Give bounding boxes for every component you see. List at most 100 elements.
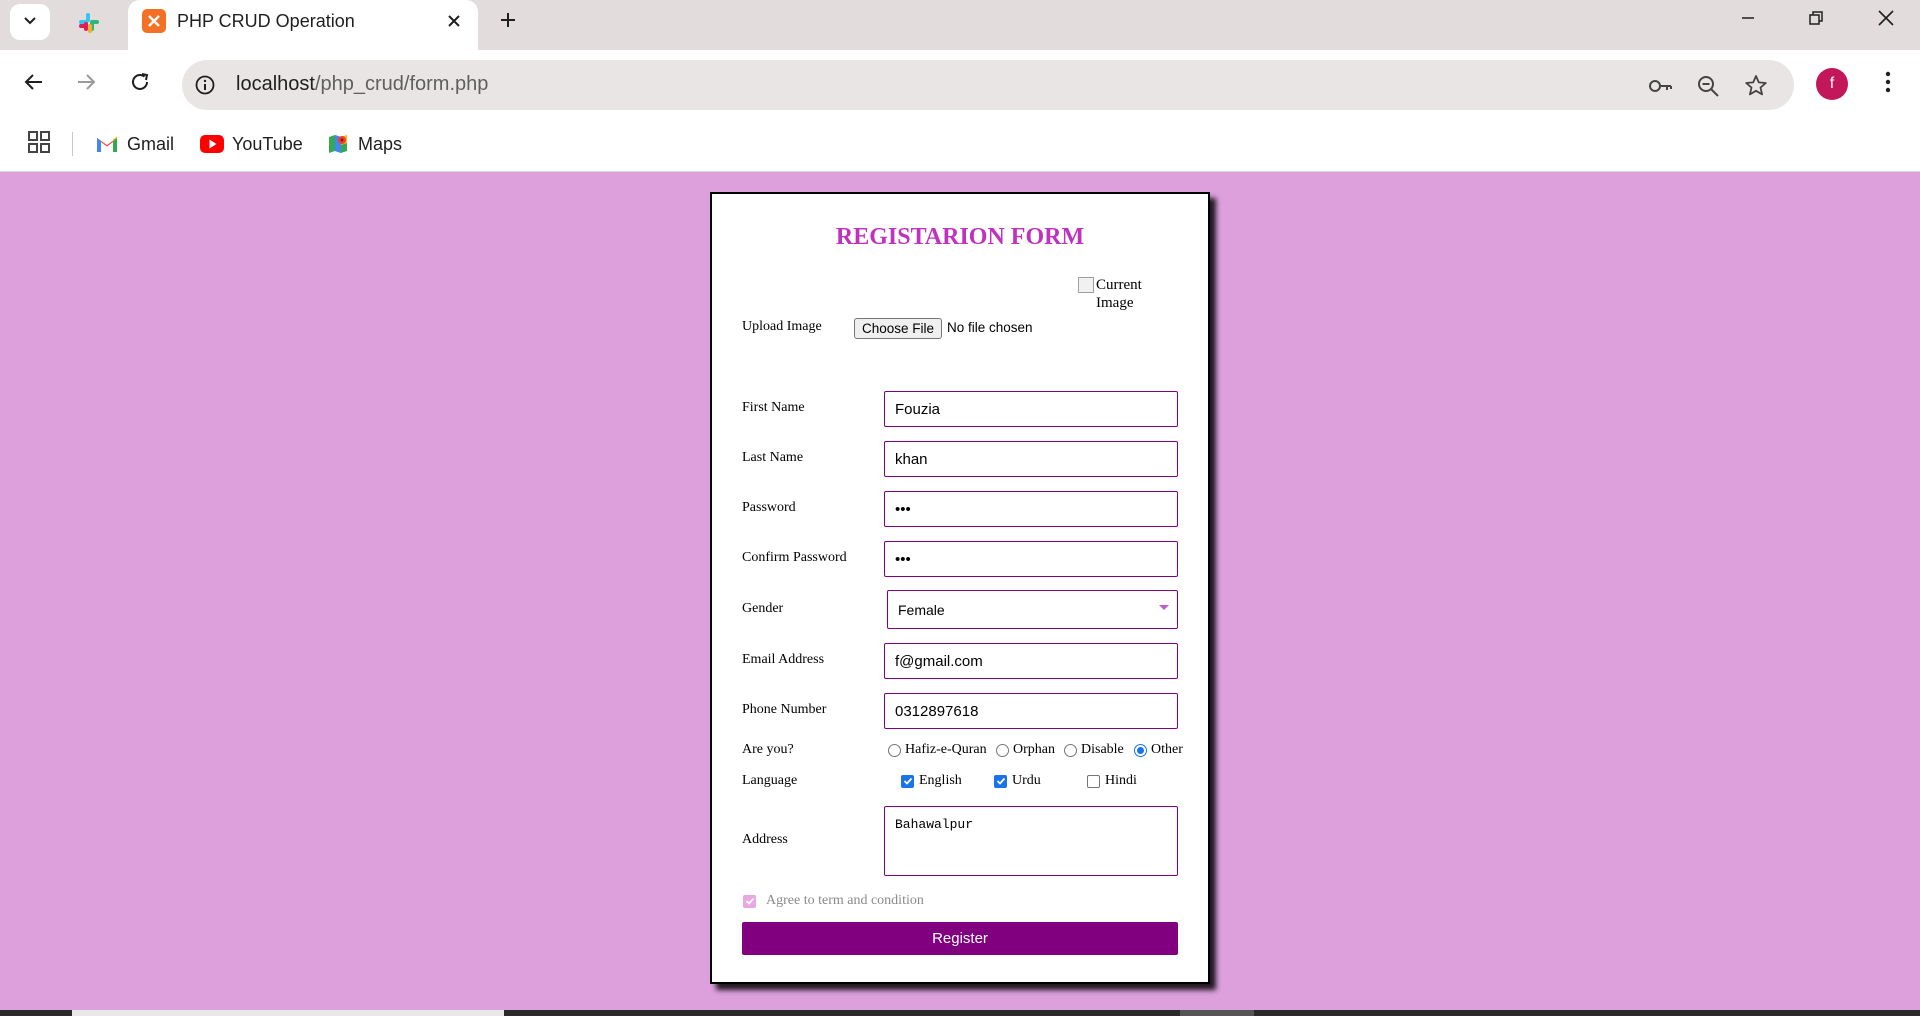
profile-avatar[interactable]: f — [1816, 68, 1848, 100]
gmail-icon — [95, 132, 119, 156]
check-icon — [745, 897, 754, 905]
broken-image-icon — [1078, 277, 1094, 293]
url-host: localhost — [236, 73, 315, 95]
address-textarea[interactable]: Bahawalpur — [884, 806, 1178, 876]
bookmark-star-icon[interactable] — [1742, 72, 1770, 100]
file-status: No file chosen — [947, 320, 1033, 335]
chevron-down-icon — [22, 12, 38, 33]
current-image: Current Image — [1078, 276, 1174, 312]
upload-image-label: Upload Image — [742, 319, 822, 334]
agree-checkbox-row[interactable]: Agree to term and condition — [743, 893, 924, 909]
restore-icon — [1808, 10, 1824, 31]
radio-label: Other — [1151, 742, 1183, 757]
radio-other[interactable]: Other — [1134, 742, 1183, 758]
radio-button[interactable] — [1064, 743, 1077, 757]
checkbox-label: English — [919, 773, 962, 788]
radio-orphan[interactable]: Orphan — [996, 742, 1055, 758]
arrow-left-icon — [23, 71, 45, 98]
checkbox-urdu[interactable]: Urdu — [994, 773, 1041, 789]
browser-menu-button[interactable] — [1870, 66, 1906, 102]
reload-button[interactable] — [122, 66, 158, 102]
youtube-icon — [200, 132, 224, 156]
bookmarks-bar: Gmail YouTube Maps — [0, 120, 1920, 172]
radio-label: Disable — [1081, 742, 1124, 757]
are-you-label: Are you? — [742, 742, 794, 757]
bookmark-label: Gmail — [127, 133, 175, 154]
apps-grid-button[interactable] — [24, 129, 54, 159]
radio-label: Hafiz-e-Quran — [905, 742, 987, 757]
register-button[interactable]: Register — [742, 922, 1178, 955]
minimize-button[interactable] — [1714, 0, 1782, 40]
caret-down-icon — [1159, 605, 1169, 610]
radio-label: Orphan — [1013, 742, 1055, 757]
confirm-password-input[interactable]: ••• — [884, 541, 1178, 577]
xampp-icon — [142, 9, 166, 33]
plus-icon — [499, 11, 517, 34]
checkbox-checked[interactable] — [901, 774, 914, 788]
arrow-right-icon — [75, 71, 97, 98]
url-path: /php_crud/form.php — [314, 73, 489, 95]
taskbar-active-segment — [72, 1010, 504, 1016]
agree-checkbox[interactable] — [743, 894, 756, 908]
browser-toolbar: localhost/php_crud/form.php f — [0, 50, 1920, 120]
phone-input[interactable]: 0312897618 — [884, 693, 1178, 729]
forward-button[interactable] — [68, 66, 104, 102]
checkbox-checked[interactable] — [994, 774, 1007, 788]
close-icon — [1877, 9, 1895, 32]
checkbox-unchecked[interactable] — [1087, 774, 1100, 788]
tab-search-button[interactable] — [10, 4, 50, 40]
bookmark-maps[interactable]: Maps — [326, 129, 402, 159]
phone-label: Phone Number — [742, 702, 827, 717]
password-input[interactable]: ••• — [884, 491, 1178, 527]
apps-grid-icon — [28, 130, 50, 158]
address-bar[interactable]: localhost/php_crud/form.php — [182, 60, 1794, 110]
restore-button[interactable] — [1782, 0, 1850, 40]
taskbar-segment — [1180, 1010, 1254, 1016]
check-icon — [996, 777, 1005, 785]
active-tab[interactable]: PHP CRUD Operation — [128, 0, 478, 50]
last-name-label: Last Name — [742, 450, 804, 465]
close-icon[interactable] — [442, 9, 466, 33]
reload-icon — [129, 71, 151, 98]
registration-form: REGISTARION FORM Current Image Upload Im… — [710, 192, 1210, 984]
back-button[interactable] — [16, 66, 52, 102]
url-text[interactable]: localhost/php_crud/form.php — [236, 73, 488, 96]
checkbox-english[interactable]: English — [901, 773, 962, 789]
first-name-label: First Name — [742, 400, 805, 415]
last-name-input[interactable]: khan — [884, 441, 1178, 477]
first-name-input[interactable]: Fouzia — [884, 391, 1178, 427]
gender-select[interactable]: Female — [887, 590, 1178, 629]
bookmarks-divider — [72, 132, 73, 156]
zoom-out-icon[interactable] — [1694, 72, 1722, 100]
form-title: REGISTARION FORM — [835, 224, 1085, 250]
radio-button[interactable] — [888, 743, 901, 757]
maps-icon — [326, 132, 350, 156]
language-label: Language — [742, 773, 798, 788]
email-label: Email Address — [742, 652, 825, 667]
bookmark-gmail[interactable]: Gmail — [95, 129, 174, 159]
taskbar-strip — [0, 1010, 1920, 1016]
password-key-icon[interactable] — [1646, 72, 1674, 100]
bookmark-youtube[interactable]: YouTube — [200, 129, 303, 159]
new-tab-button[interactable] — [490, 4, 526, 40]
pinned-tab-slack[interactable] — [72, 8, 106, 42]
close-window-button[interactable] — [1852, 0, 1920, 40]
bookmark-label: Maps — [358, 133, 403, 154]
more-vert-icon — [1885, 71, 1891, 98]
gender-value: Female — [898, 601, 945, 618]
tab-strip: PHP CRUD Operation — [0, 0, 1920, 50]
tab-title: PHP CRUD Operation — [177, 11, 355, 31]
site-info-icon[interactable] — [192, 72, 218, 98]
email-input[interactable]: f@gmail.com — [884, 643, 1178, 679]
minimize-icon — [1740, 10, 1756, 31]
address-label: Address — [742, 832, 788, 847]
current-image-alt: Current Image — [1096, 277, 1142, 311]
checkbox-label: Hindi — [1105, 773, 1137, 788]
choose-file-button[interactable]: Choose File — [854, 318, 943, 339]
radio-button-selected[interactable] — [1134, 743, 1147, 757]
radio-hafiz-e-quran[interactable]: Hafiz-e-Quran — [888, 742, 987, 758]
radio-button[interactable] — [996, 743, 1009, 757]
checkbox-hindi[interactable]: Hindi — [1087, 773, 1137, 789]
radio-disable[interactable]: Disable — [1064, 742, 1124, 758]
checkbox-label: Urdu — [1012, 773, 1041, 788]
